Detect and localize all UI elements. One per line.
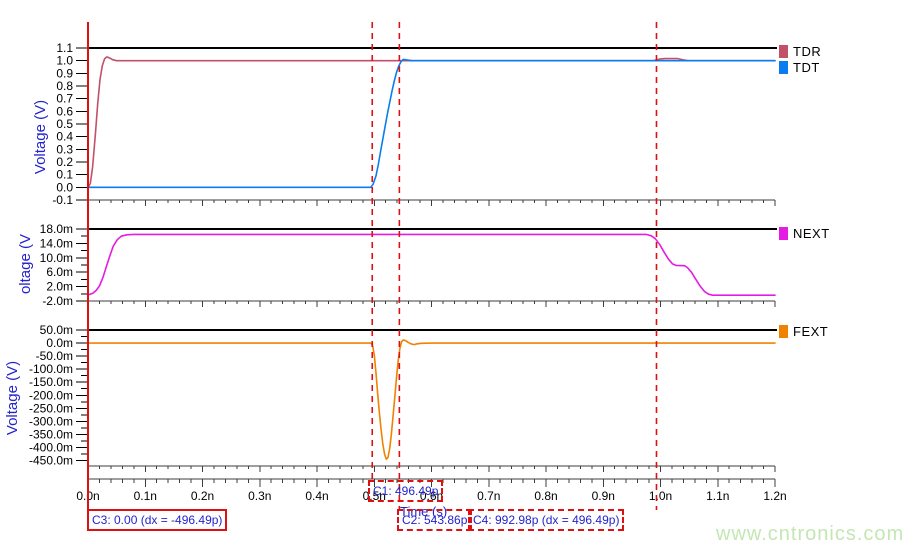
panel-next: 18.0m14.0m10.0m6.0m2.0m-2.0m <box>40 222 777 308</box>
cursor-label-c3[interactable]: C3: 0.00 (dx = -496.49p) <box>87 509 227 531</box>
cursor-label-c1[interactable]: C1: 496.49p <box>368 480 443 502</box>
trace-fext <box>88 340 775 459</box>
tick-label: -100.0m <box>29 362 73 376</box>
legend-item-tdt[interactable]: TDT <box>779 60 820 75</box>
tick-label: 18.0m <box>40 222 73 236</box>
tick-label: 0.3n <box>248 489 271 503</box>
next-swatch-icon <box>779 227 788 240</box>
trace-tdr <box>88 57 775 187</box>
watermark: www.cntronics.com <box>716 523 904 546</box>
trace-tdt <box>88 59 775 187</box>
panel-tdr-tdt: 1.11.00.90.80.70.60.50.40.30.20.10.0-0.1 <box>52 41 777 207</box>
fext-swatch-icon <box>779 325 788 338</box>
y-axis-title-fext: Voltage (V) <box>4 323 20 473</box>
legend-item-fext[interactable]: FEXT <box>779 324 828 339</box>
tick-label: 2.0m <box>46 280 73 294</box>
tick-label: 0.4n <box>305 489 328 503</box>
panel-fext: 50.0m0.0m-50.0m-100.0m-150.0m-200.0m-250… <box>29 323 777 472</box>
tick-label: 0.0m <box>46 336 73 350</box>
y-axis-title-next: oltage (V <box>17 189 33 339</box>
tick-label: -400.0m <box>29 440 73 454</box>
tick-label: -250.0m <box>29 401 73 415</box>
legend-label: NEXT <box>793 226 830 241</box>
y-axis-title-tdr-tdt: Voltage (V) <box>32 62 48 212</box>
cursor-label-c4[interactable]: C4: 992.98p (dx = 496.49p) <box>468 509 624 531</box>
tick-label: 0.8n <box>534 489 557 503</box>
tick-label: 10.0m <box>40 251 73 265</box>
tick-label: -350.0m <box>29 427 73 441</box>
tick-label: 50.0m <box>40 323 73 337</box>
tick-label: 0.7n <box>477 489 500 503</box>
tdt-swatch-icon <box>779 61 788 74</box>
cursor-label-c2[interactable]: C2: 543.86p <box>397 509 472 531</box>
legend-label: TDT <box>793 60 820 75</box>
tick-label: 0.1n <box>134 489 157 503</box>
tdr-swatch-icon <box>779 45 788 58</box>
legend-label: TDR <box>793 44 821 59</box>
legend-item-next[interactable]: NEXT <box>779 226 830 241</box>
legend-label: FEXT <box>793 324 828 339</box>
tick-label: -300.0m <box>29 414 73 428</box>
tick-label: -150.0m <box>29 375 73 389</box>
tick-label: -50.0m <box>36 349 73 363</box>
tick-label: 0.2n <box>191 489 214 503</box>
legend-item-tdr[interactable]: TDR <box>779 44 821 59</box>
tick-label: -450.0m <box>29 454 73 468</box>
tick-label: -0.1 <box>52 193 73 207</box>
tick-label: 0.9n <box>592 489 615 503</box>
tick-label: 1.2n <box>763 489 786 503</box>
tick-label: -200.0m <box>29 388 73 402</box>
waveform-viewer: 1.11.00.90.80.70.60.50.40.30.20.10.0-0.1… <box>0 0 906 552</box>
tick-label: 14.0m <box>40 236 73 250</box>
plot-area[interactable]: 1.11.00.90.80.70.60.50.40.30.20.10.0-0.1… <box>0 0 906 552</box>
tick-label: 6.0m <box>46 265 73 279</box>
tick-label: 1.1n <box>706 489 729 503</box>
tick-label: 1.0n <box>649 489 672 503</box>
trace-next <box>88 234 775 295</box>
tick-label: -2.0m <box>42 294 73 308</box>
